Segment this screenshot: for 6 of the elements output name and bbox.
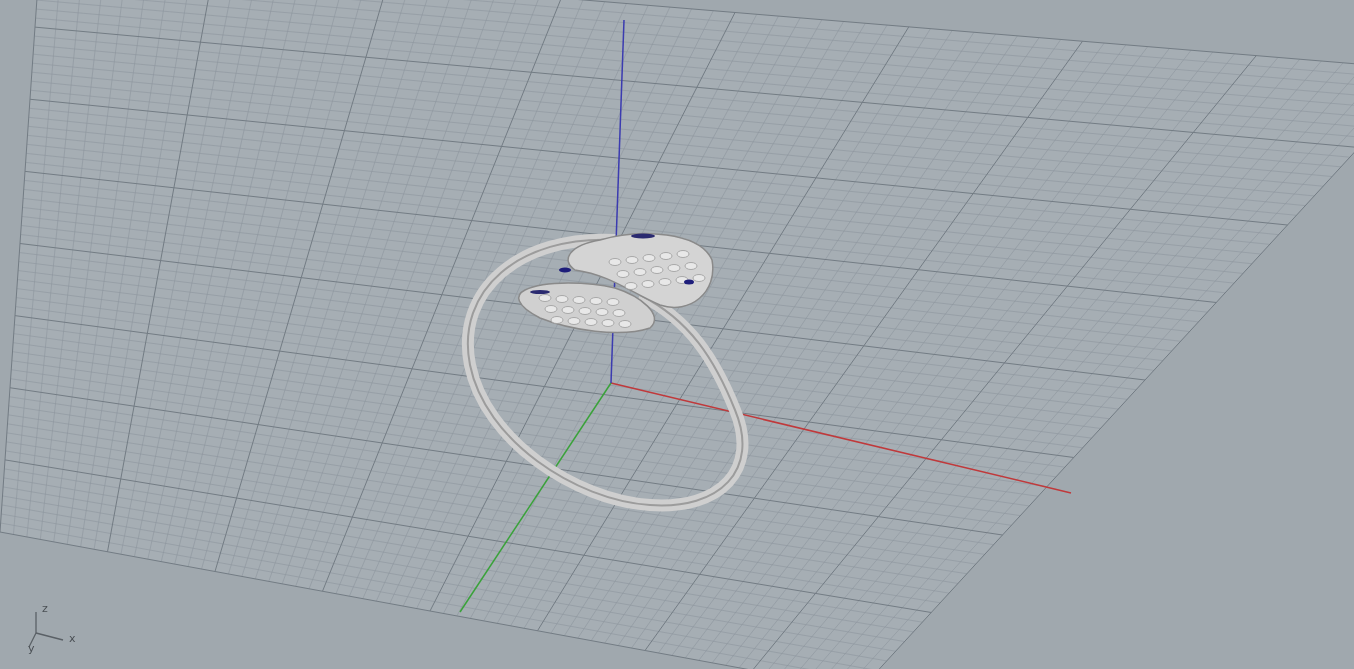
axis-label: z [42,602,48,615]
axis-label: x [69,632,76,645]
axis-gizmo-icon [28,611,64,648]
ring-model-drawing[interactable] [461,232,749,512]
axis-label: y [28,642,35,655]
viewport[interactable]: z x y [0,0,1354,669]
